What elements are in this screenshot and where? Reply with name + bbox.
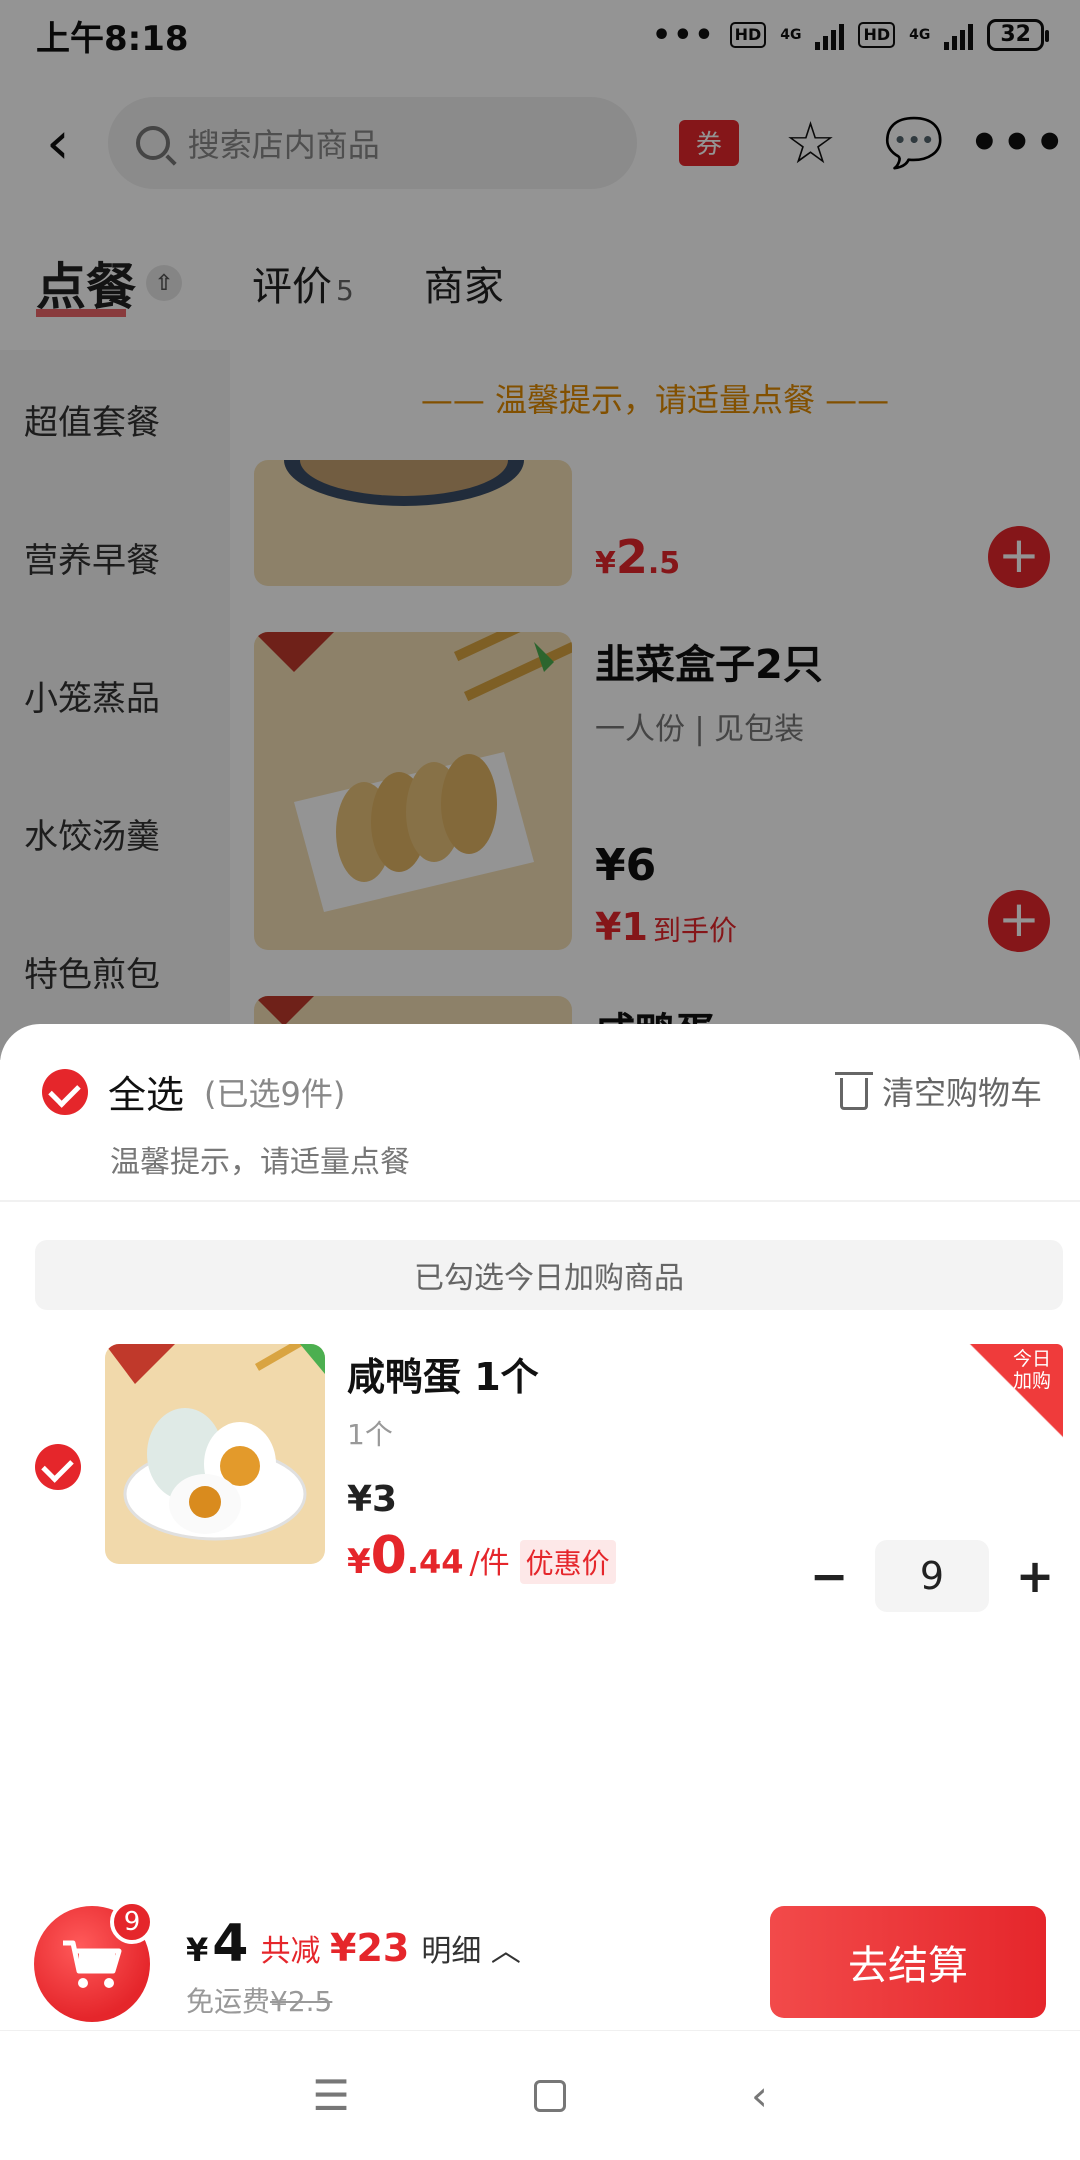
- item-image[interactable]: [105, 1344, 325, 1564]
- menu-icon[interactable]: ☰: [312, 2071, 350, 2120]
- checkout-button[interactable]: 去结算: [770, 1906, 1046, 2018]
- quantity-value[interactable]: 9: [875, 1540, 989, 1612]
- home-icon[interactable]: [534, 2079, 567, 2112]
- item-checkbox[interactable]: [35, 1444, 81, 1490]
- dim-overlay[interactable]: [0, 0, 1080, 1060]
- clear-cart-label: 清空购物车: [881, 1074, 1042, 1112]
- section-header: 已勾选今日加购商品: [35, 1240, 1063, 1310]
- selected-count: (已选9件): [204, 1074, 346, 1113]
- select-all-checkbox[interactable]: [42, 1068, 88, 1115]
- decrease-button[interactable]: −: [801, 1548, 857, 1604]
- select-all-label[interactable]: 全选: [108, 1064, 184, 1119]
- quantity-stepper: − 9 +: [801, 1540, 1063, 1612]
- total-saved: 共减 ¥23: [260, 1926, 410, 1970]
- delivery-fee: 免运费¥2.5: [186, 1985, 333, 2018]
- total-info: ¥ 4 共减 ¥23 明细 ︿ 免运费¥2.5: [186, 1914, 521, 2018]
- item-info: 咸鸭蛋 1个 1个 ¥3 ¥ 0 .44 /件 优惠价: [347, 1344, 616, 1586]
- cart-button[interactable]: 9: [34, 1900, 154, 2022]
- checkout-bar: 9 ¥ 4 共减 ¥23 明细 ︿ 免运费¥2.5 去结算: [0, 1870, 1080, 2030]
- item-name: 咸鸭蛋 1个: [347, 1355, 539, 1399]
- item-deal-price: ¥ 0 .44 /件 优惠价: [347, 1526, 616, 1586]
- trash-icon: [834, 1072, 873, 1110]
- system-nav-bar: ☰ ‹: [0, 2030, 1080, 2160]
- divider: [0, 1200, 1080, 1202]
- item-original-price: ¥3: [347, 1479, 398, 1520]
- total-price: 4: [212, 1914, 249, 1974]
- cart-tip: 温馨提示，请适量点餐: [110, 1145, 410, 1180]
- deal-tag: 优惠价: [519, 1540, 616, 1584]
- clear-cart-button[interactable]: 清空购物车: [834, 1068, 1042, 1114]
- back-icon[interactable]: ‹: [751, 2071, 768, 2120]
- chevron-up-icon: ︿: [490, 1934, 521, 1969]
- cart-icon: [63, 1940, 122, 1988]
- increase-button[interactable]: +: [1007, 1548, 1063, 1604]
- cart-item: 咸鸭蛋 1个 1个 ¥3 ¥ 0 .44 /件 优惠价 今日加购 − 9 +: [35, 1344, 1063, 1612]
- today-added-badge: 今日加购: [963, 1344, 1063, 1444]
- cart-count-badge: 9: [110, 1900, 154, 1944]
- detail-toggle[interactable]: 明细 ︿: [421, 1926, 521, 1970]
- cart-header: 全选 (已选9件) 清空购物车 温馨提示，请适量点餐: [42, 1064, 1042, 1181]
- item-spec: 1个: [347, 1418, 393, 1451]
